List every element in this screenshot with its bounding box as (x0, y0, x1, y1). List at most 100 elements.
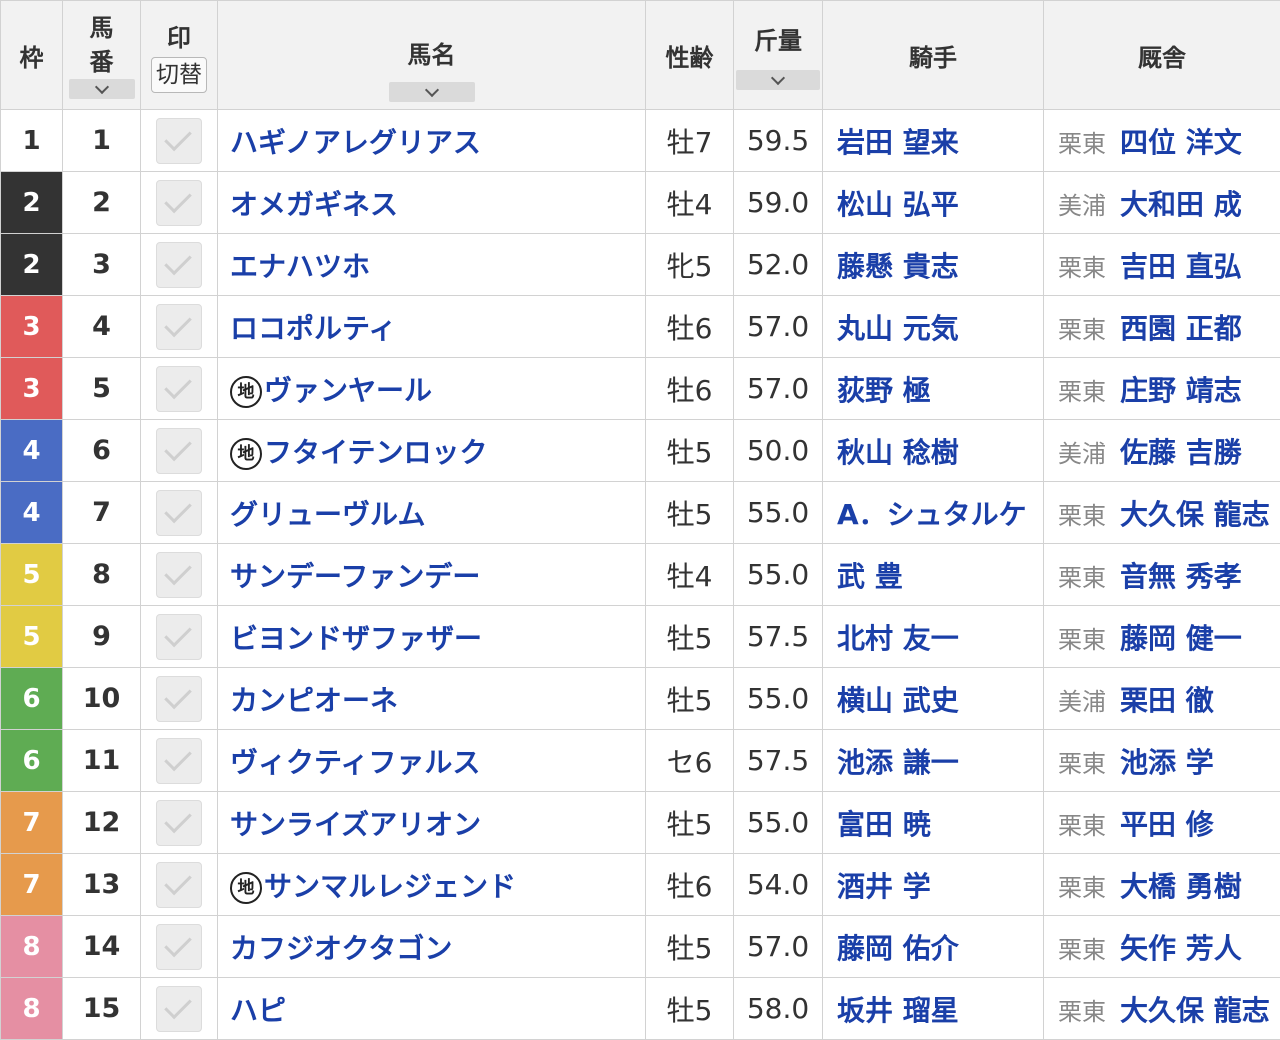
mark-checkbox[interactable] (156, 675, 202, 722)
umaban-cell: 10 (62, 667, 141, 730)
mark-checkbox[interactable] (156, 613, 202, 660)
jockey-name[interactable]: 藤岡 佑介 (837, 932, 959, 965)
trainer-name[interactable]: 平田 修 (1120, 808, 1214, 841)
mark-toggle-button[interactable]: 切替 (151, 56, 207, 93)
horse-name-cell[interactable]: 地フタイテンロック (217, 419, 646, 482)
jockey-name[interactable]: A．シュタルケ (837, 498, 1027, 531)
mark-checkbox[interactable] (156, 861, 202, 908)
horse-name[interactable]: ビヨンドザファザー (230, 622, 482, 655)
horse-name-cell[interactable]: ロコポルティ (217, 295, 646, 358)
jockey-name[interactable]: 酒井 学 (837, 870, 931, 903)
horse-name-cell[interactable]: カンピオーネ (217, 667, 646, 730)
jockey-name[interactable]: 丸山 元気 (837, 312, 959, 345)
jockey-cell[interactable]: 松山 弘平 (822, 171, 1044, 234)
horse-name-cell[interactable]: オメガギネス (217, 171, 646, 234)
jockey-name[interactable]: 武 豊 (837, 560, 903, 593)
horse-name[interactable]: カンピオーネ (230, 684, 398, 717)
trainer-name[interactable]: 大橋 勇樹 (1120, 870, 1242, 903)
horse-name[interactable]: エナハツホ (230, 250, 370, 283)
horse-name-cell[interactable]: 地サンマルレジェンド (217, 853, 646, 916)
jockey-cell[interactable]: 北村 友一 (822, 605, 1044, 668)
horse-name-cell[interactable]: エナハツホ (217, 233, 646, 296)
mark-checkbox[interactable] (156, 179, 202, 226)
mark-checkbox[interactable] (156, 303, 202, 350)
jockey-cell[interactable]: 藤懸 貴志 (822, 233, 1044, 296)
trainer-name[interactable]: 佐藤 吉勝 (1120, 436, 1242, 469)
horse-name[interactable]: グリューヴルム (230, 498, 425, 531)
horse-name-cell[interactable]: ハピ (217, 977, 646, 1040)
jockey-cell[interactable]: 藤岡 佑介 (822, 915, 1044, 978)
trainer-name[interactable]: 大和田 成 (1120, 188, 1242, 221)
trainer-name[interactable]: 大久保 龍志 (1120, 498, 1270, 531)
horse-name-cell[interactable]: ビヨンドザファザー (217, 605, 646, 668)
umaban-cell: 6 (62, 419, 141, 482)
jockey-name[interactable]: 藤懸 貴志 (837, 250, 959, 283)
jockey-cell[interactable]: 武 豊 (822, 543, 1044, 606)
horse-name-cell[interactable]: サンデーファンデー (217, 543, 646, 606)
jockey-cell[interactable]: 酒井 学 (822, 853, 1044, 916)
trainer-name[interactable]: 栗田 徹 (1120, 684, 1214, 717)
trainer-name[interactable]: 西園 正都 (1120, 312, 1242, 345)
horse-name[interactable]: ロコポルティ (230, 312, 396, 345)
horse-name[interactable]: ヴァンヤール (264, 374, 432, 407)
jockey-name[interactable]: 松山 弘平 (837, 188, 959, 221)
jockey-name[interactable]: 北村 友一 (837, 622, 959, 655)
mark-checkbox[interactable] (156, 427, 202, 474)
horse-name[interactable]: ハピ (230, 994, 286, 1027)
weight-sort-chevron-down-icon[interactable] (736, 69, 820, 90)
horse-name[interactable]: サンデーファンデー (230, 560, 480, 593)
mark-checkbox[interactable] (156, 365, 202, 412)
jockey-cell[interactable]: 坂井 瑠星 (822, 977, 1044, 1040)
horse-name[interactable]: ハギノアレグリアス (230, 126, 481, 159)
jockey-cell[interactable]: 池添 謙一 (822, 729, 1044, 792)
mark-checkbox[interactable] (156, 241, 202, 288)
jockey-name[interactable]: 荻野 極 (837, 374, 931, 407)
trainer-name[interactable]: 大久保 龍志 (1120, 994, 1270, 1027)
mark-checkbox[interactable] (156, 985, 202, 1032)
mark-checkbox[interactable] (156, 551, 202, 598)
jockey-cell[interactable]: 横山 武史 (822, 667, 1044, 730)
horse-sort-chevron-down-icon[interactable] (388, 82, 475, 102)
horse-name-cell[interactable]: サンライズアリオン (217, 791, 646, 854)
horse-name[interactable]: フタイテンロック (264, 436, 487, 469)
trainer-name[interactable]: 藤岡 健一 (1120, 622, 1242, 655)
umaban-sort-chevron-down-icon[interactable] (68, 79, 135, 99)
waku-number: 3 (22, 373, 41, 404)
horse-name[interactable]: サンマルレジェンド (264, 870, 516, 903)
horse-name[interactable]: オメガギネス (230, 188, 398, 221)
jockey-name[interactable]: 岩田 望来 (837, 126, 959, 159)
trainer-name[interactable]: 音無 秀孝 (1120, 560, 1242, 593)
jockey-cell[interactable]: 丸山 元気 (822, 295, 1044, 358)
jockey-cell[interactable]: 岩田 望来 (822, 109, 1044, 172)
horse-name-cell[interactable]: グリューヴルム (217, 481, 646, 544)
horse-name-cell[interactable]: ハギノアレグリアス (217, 109, 646, 172)
mark-checkbox[interactable] (156, 923, 202, 970)
mark-checkbox[interactable] (156, 489, 202, 536)
trainer-name[interactable]: 四位 洋文 (1120, 126, 1242, 159)
trainer-name[interactable]: 矢作 芳人 (1120, 932, 1242, 965)
horse-name-cell[interactable]: 地ヴァンヤール (217, 357, 646, 420)
trainer-name[interactable]: 池添 学 (1120, 746, 1214, 779)
horse-name[interactable]: カフジオクタゴン (230, 932, 452, 965)
jockey-name[interactable]: 富田 暁 (837, 808, 931, 841)
jockey-cell[interactable]: 荻野 極 (822, 357, 1044, 420)
trainer-name[interactable]: 吉田 直弘 (1120, 250, 1242, 283)
horse-name-cell[interactable]: カフジオクタゴン (217, 915, 646, 978)
table-row: 7 13 地サンマルレジェンド 牡6 54.0 酒井 学栗東 大橋 勇樹 (0, 853, 1280, 916)
jockey-name[interactable]: 秋山 稔樹 (837, 436, 959, 469)
trainer-cell: 栗東 矢作 芳人 (1043, 915, 1280, 978)
jockey-name[interactable]: 池添 謙一 (837, 746, 959, 779)
jockey-name[interactable]: 坂井 瑠星 (837, 994, 959, 1027)
jockey-cell[interactable]: 富田 暁 (822, 791, 1044, 854)
jockey-name[interactable]: 横山 武史 (837, 684, 959, 717)
mark-checkbox[interactable] (156, 799, 202, 846)
waku-number: 8 (22, 993, 41, 1024)
mark-checkbox[interactable] (156, 117, 202, 164)
horse-name-cell[interactable]: ヴィクティファルス (217, 729, 646, 792)
jockey-cell[interactable]: 秋山 稔樹 (822, 419, 1044, 482)
trainer-name[interactable]: 庄野 靖志 (1120, 374, 1242, 407)
jockey-cell[interactable]: A．シュタルケ (822, 481, 1044, 544)
horse-name[interactable]: サンライズアリオン (230, 808, 481, 841)
horse-name[interactable]: ヴィクティファルス (230, 746, 480, 779)
mark-checkbox[interactable] (156, 737, 202, 784)
